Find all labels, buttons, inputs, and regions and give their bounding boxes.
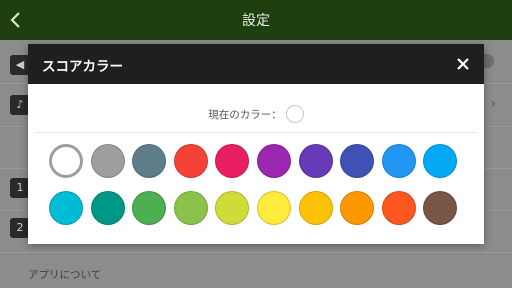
color-swatch[interactable] [381,144,416,178]
color-swatch[interactable] [298,191,333,225]
color-swatch[interactable] [423,191,458,225]
current-color-row: 現在のカラー： [28,102,484,126]
color-swatch[interactable] [423,144,458,178]
color-swatch[interactable] [49,191,83,225]
color-swatch[interactable] [381,191,416,225]
color-swatch[interactable] [256,191,291,225]
color-swatch[interactable] [340,144,375,178]
score-color-dialog: スコアカラー 現在のカラー： [28,44,484,244]
color-swatch[interactable] [256,144,291,178]
dialog-header: スコアカラー [28,44,484,84]
speaker-icon: ◀ [10,55,30,75]
color-swatch[interactable] [173,144,208,178]
dialog-divider [36,132,476,133]
badge-icon: 2 [10,218,30,238]
color-swatch[interactable] [173,191,208,225]
color-swatch[interactable] [90,191,125,225]
color-swatch[interactable] [132,191,167,225]
color-swatch[interactable] [340,191,375,225]
close-icon[interactable] [454,55,472,73]
chevron-right-icon: › [490,96,496,112]
page-title: 設定 [242,13,270,29]
color-swatch-row-1 [49,144,465,178]
app-header: 設定 [0,0,512,40]
color-swatch[interactable] [132,144,167,178]
dialog-title: スコアカラー [42,59,123,75]
color-swatch[interactable] [215,144,250,178]
color-swatch[interactable] [298,144,333,178]
music-note-icon: ♪ [10,95,30,115]
badge-icon: 1 [10,178,30,198]
color-swatch[interactable] [49,144,83,178]
current-color-swatch [285,105,304,123]
about-app-item[interactable]: アプリについて [28,267,101,282]
current-color-label: 現在のカラー： [208,108,282,121]
row-divider [0,252,512,253]
color-swatch[interactable] [215,191,250,225]
color-swatch[interactable] [90,144,125,178]
color-swatch-row-2 [49,191,465,225]
